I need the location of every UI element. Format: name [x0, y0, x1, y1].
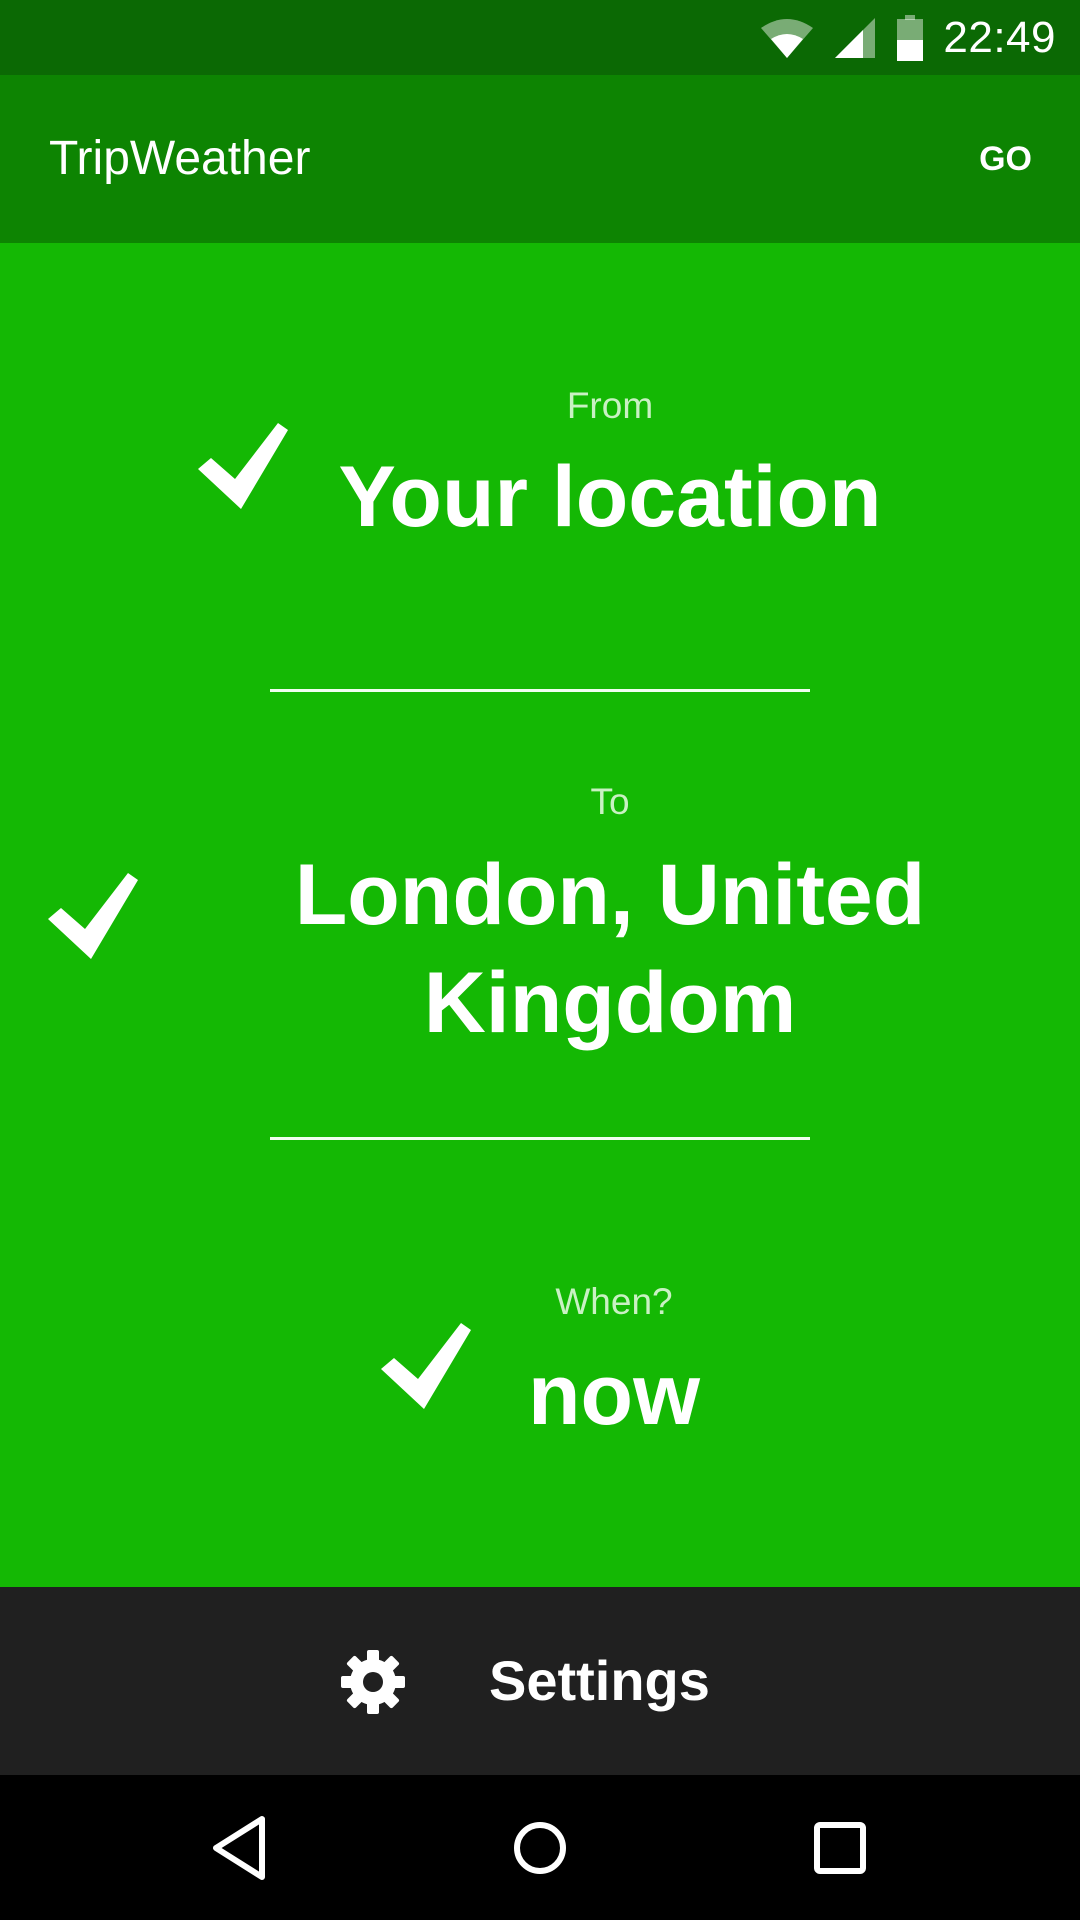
status-bar: 22:49 — [0, 0, 1080, 75]
battery-icon — [897, 14, 924, 61]
from-value[interactable]: Your location — [0, 447, 1080, 547]
to-value-line1[interactable]: London, United — [0, 841, 1080, 949]
from-divider — [270, 689, 810, 692]
trip-form: From Your location To London, United Kin… — [0, 243, 1080, 1587]
settings-button[interactable]: Settings — [0, 1587, 1080, 1775]
recents-icon[interactable] — [795, 1803, 885, 1893]
signal-icon — [835, 17, 876, 58]
home-icon[interactable] — [495, 1803, 585, 1893]
system-nav-bar — [0, 1775, 1080, 1920]
to-divider — [270, 1137, 810, 1140]
when-value[interactable]: now — [0, 1345, 1080, 1445]
to-value-line2[interactable]: Kingdom — [0, 949, 1080, 1057]
gear-icon — [341, 1650, 405, 1714]
settings-label: Settings — [489, 1649, 710, 1712]
go-button[interactable]: GO — [971, 125, 1040, 193]
status-icons: 22:49 — [759, 0, 1056, 75]
to-label: To — [590, 781, 630, 822]
back-icon[interactable] — [196, 1803, 286, 1893]
wifi-icon — [761, 18, 814, 58]
when-label: When? — [555, 1281, 673, 1322]
app-bar: TripWeather GO — [0, 75, 1080, 243]
status-time: 22:49 — [943, 12, 1056, 62]
app-title: TripWeather — [49, 132, 311, 185]
from-label: From — [566, 385, 654, 426]
